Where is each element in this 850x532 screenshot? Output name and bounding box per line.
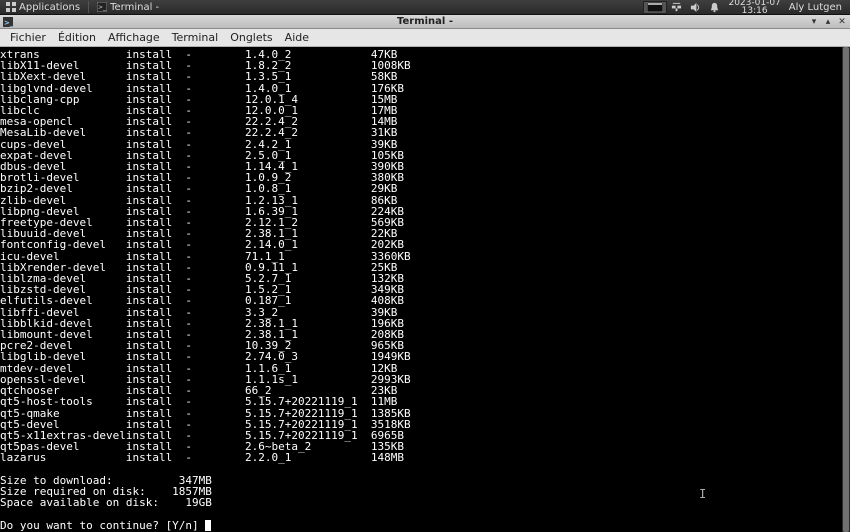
- terminal-line: libXext-devel install - 1.3.5_1 58KB: [0, 71, 850, 82]
- menu-help[interactable]: Aide: [279, 29, 315, 46]
- terminal-viewport[interactable]: xtrans install - 1.4.0_2 47KBlibX11-deve…: [0, 47, 850, 532]
- window-thumb-icon: [647, 2, 663, 12]
- terminal-line: fontconfig-devel install - 2.14.0_1 202K…: [0, 239, 850, 250]
- grid-icon: [6, 2, 16, 12]
- network-icon[interactable]: [671, 2, 682, 13]
- panel-clock[interactable]: 2023-01-07 13:16: [728, 0, 780, 15]
- menu-view[interactable]: Affichage: [102, 29, 166, 46]
- terminal-icon: >_: [97, 2, 107, 12]
- terminal-line: Space available on disk: 19GB: [0, 497, 850, 508]
- terminal-prompt-text: Do you want to continue? [Y/n]: [0, 519, 205, 532]
- terminal-scrollbar[interactable]: [842, 47, 850, 532]
- svg-text:>_: >_: [98, 4, 107, 11]
- taskbar-item-label: Terminal -: [110, 2, 159, 13]
- desktop-top-panel: Applications >_ Terminal - 2023-01-07 13…: [0, 0, 850, 15]
- window-close-button[interactable]: ✕: [836, 16, 848, 27]
- window-maximize-button[interactable]: ▴: [822, 16, 834, 27]
- terminal-line: libglib-devel install - 2.74.0_3 1949KB: [0, 351, 850, 362]
- terminal-line: qt5-host-tools install - 5.15.7+20221119…: [0, 396, 850, 407]
- app-menubar: Fichier Édition Affichage Terminal Ongle…: [0, 29, 850, 47]
- panel-separator: [88, 1, 89, 13]
- terminal-prompt-line[interactable]: Do you want to continue? [Y/n]: [0, 520, 850, 531]
- svg-text:>_: >_: [4, 19, 13, 27]
- taskbar-item-terminal[interactable]: >_ Terminal -: [93, 0, 163, 15]
- terminal-line: lazarus install - 2.2.0_1 148MB: [0, 452, 850, 463]
- window-app-icon: >_: [3, 17, 13, 27]
- menu-tabs[interactable]: Onglets: [224, 29, 278, 46]
- panel-time: 13:16: [728, 7, 780, 15]
- terminal-line: MesaLib-devel install - 22.2.4_2 31KB: [0, 127, 850, 138]
- notification-icon[interactable]: [709, 2, 720, 13]
- window-title: Terminal -: [0, 16, 850, 27]
- terminal-line: elfutils-devel install - 0.187_1 408KB: [0, 295, 850, 306]
- menu-edit[interactable]: Édition: [52, 29, 102, 46]
- applications-label: Applications: [19, 2, 80, 13]
- window-titlebar[interactable]: >_ Terminal - ▾ ▴ ✕: [0, 15, 850, 29]
- scrollbar-thumb[interactable]: [843, 47, 849, 532]
- volume-icon[interactable]: [690, 2, 701, 13]
- menu-terminal[interactable]: Terminal: [166, 29, 225, 46]
- terminal-block-cursor: [205, 520, 211, 531]
- applications-menu[interactable]: Applications: [2, 0, 84, 15]
- terminal-line: bzip2-devel install - 1.0.8_1 29KB: [0, 183, 850, 194]
- panel-user-name[interactable]: Aly Lutgen: [789, 2, 842, 13]
- taskbar-thumbnail[interactable]: [643, 1, 667, 14]
- window-minimize-button[interactable]: ▾: [808, 16, 820, 27]
- menu-file[interactable]: Fichier: [4, 29, 52, 46]
